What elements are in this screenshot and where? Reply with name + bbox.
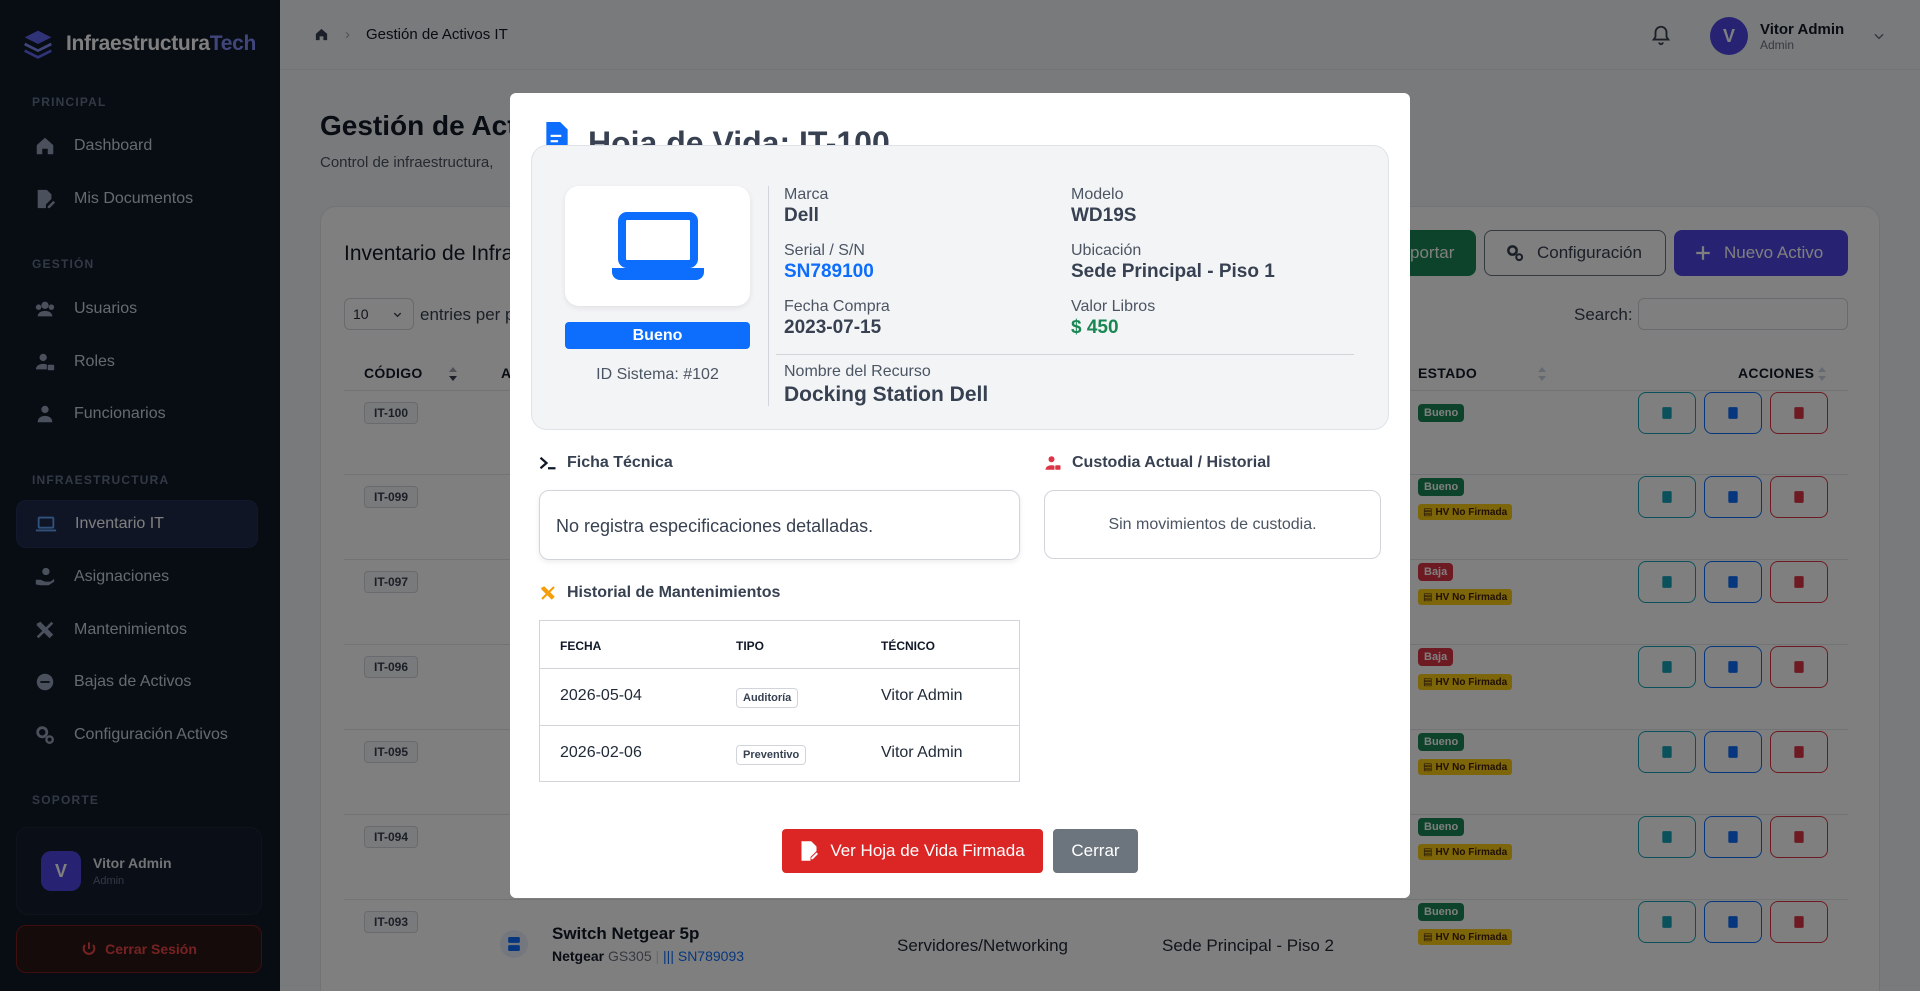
tech-sheet-box: No registra especificaciones detalladas. [539, 490, 1020, 560]
table-row: 2026-05-04 Auditoría Vitor Admin [540, 669, 1019, 726]
tools-icon [541, 586, 555, 600]
model-label: Modelo [1071, 186, 1124, 203]
asset-life-modal: Hoja de Vida: IT-100 Bueno ID Sistema: #… [510, 93, 1410, 898]
view-signed-cv-button[interactable]: Ver Hoja de Vida Firmada [782, 829, 1043, 873]
brand-label: Marca [784, 186, 829, 203]
resource-name-value: Docking Station Dell [784, 383, 989, 406]
resource-name-label: Nombre del Recurso [784, 363, 931, 380]
table-row: 2026-02-06 Preventivo Vitor Admin [540, 726, 1019, 783]
tech-sheet-heading: Ficha Técnica [539, 454, 673, 472]
model-value: WD19S [1071, 205, 1137, 226]
laptop-icon [611, 212, 704, 280]
status-badge: Bueno [565, 322, 750, 349]
book-value-label: Valor Libros [1071, 298, 1156, 315]
maint-date: 2026-05-04 [560, 687, 642, 704]
location-value: Sede Principal - Piso 1 [1071, 261, 1275, 282]
maint-type-badge: Preventivo [736, 745, 807, 765]
maint-tech: Vitor Admin [881, 744, 963, 761]
file-signature-icon [801, 841, 819, 861]
user-lock-icon [1045, 456, 1061, 470]
custody-heading: Custodia Actual / Historial [1044, 454, 1271, 472]
book-value: $ 450 [1071, 317, 1119, 338]
location-label: Ubicación [1071, 242, 1142, 259]
maintenance-table: FECHA TIPO TÉCNICO 2026-05-04 Auditoría … [539, 620, 1020, 782]
terminal-icon [539, 456, 556, 470]
serial-label: Serial / S/N [784, 242, 865, 259]
maint-date: 2026-02-06 [560, 744, 642, 761]
divider [776, 354, 1354, 355]
col-header-tipo: TIPO [736, 639, 765, 653]
close-button[interactable]: Cerrar [1053, 829, 1138, 873]
purchase-date-label: Fecha Compra [784, 298, 890, 315]
table-header: FECHA TIPO TÉCNICO [540, 621, 1019, 669]
divider [768, 186, 769, 406]
maintenance-heading: Historial de Mantenimientos [539, 584, 780, 602]
custody-box: Sin movimientos de custodia. [1044, 490, 1381, 559]
brand-value: Dell [784, 205, 819, 226]
col-header-tecnico: TÉCNICO [881, 639, 935, 653]
col-header-fecha: FECHA [560, 639, 602, 653]
serial-value: SN789100 [784, 261, 874, 282]
purchase-date-value: 2023-07-15 [784, 317, 882, 338]
asset-info-panel: Bueno ID Sistema: #102 Marca Dell Modelo… [531, 145, 1389, 430]
maint-type-badge: Auditoría [736, 688, 799, 708]
system-id: ID Sistema: #102 [596, 366, 719, 383]
asset-image [565, 186, 750, 306]
maint-tech: Vitor Admin [881, 687, 963, 704]
